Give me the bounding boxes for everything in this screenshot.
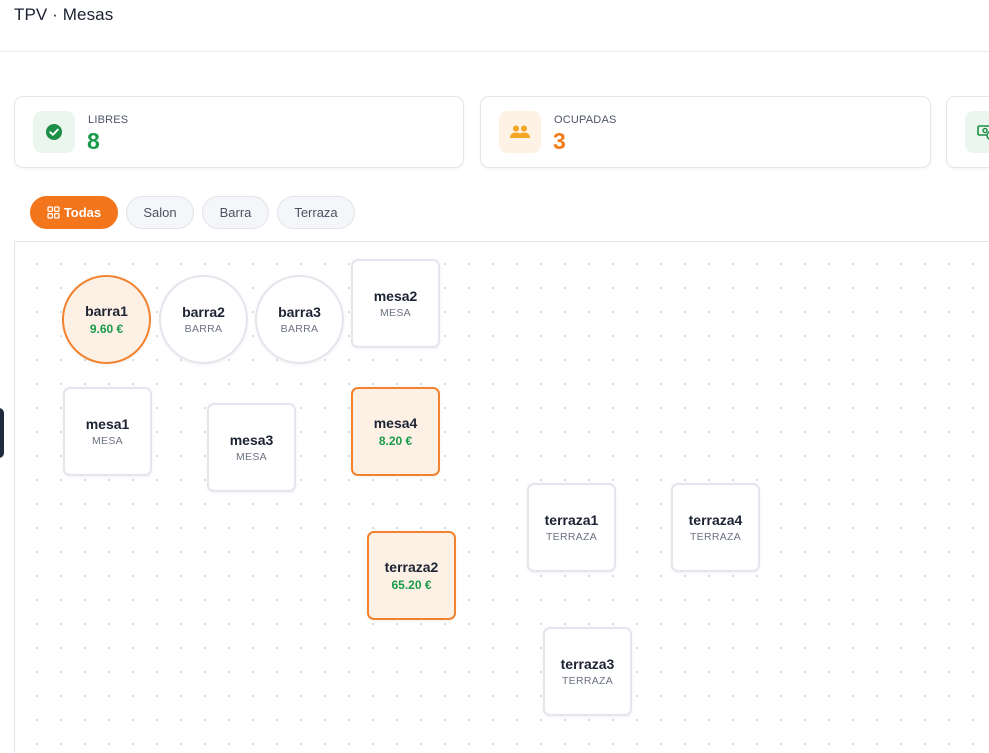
table-terraza1[interactable]: terraza1 TERRAZA [527,483,616,572]
check-circle-icon [33,111,75,153]
app-header: TPV · Mesas [0,0,989,52]
stat-occupied-label: OCUPADAS [554,114,617,126]
table-barra2[interactable]: barra2 BARRA [159,275,248,364]
table-name: terraza4 [688,512,743,528]
table-mesa3[interactable]: mesa3 MESA [207,403,296,492]
table-name: terraza3 [560,656,615,672]
filter-chip-barra[interactable]: Barra [202,196,269,229]
table-name: mesa4 [373,415,418,431]
table-mesa4[interactable]: mesa4 8.20 € [351,387,440,476]
table-zone: TERRAZA [561,675,614,687]
table-name: mesa2 [373,288,418,304]
filter-chip-terraza[interactable]: Terraza [277,196,355,229]
table-barra3[interactable]: barra3 BARRA [255,275,344,364]
filter-chip-label: Salon [143,205,177,220]
table-name: mesa1 [85,416,130,432]
filter-chip-todas[interactable]: Todas [30,196,118,229]
table-zone: TERRAZA [545,531,598,543]
filter-chip-label: Barra [219,205,252,220]
stat-free-label: LIBRES [88,114,129,126]
filter-chip-label: Todas [63,205,102,220]
table-zone: BARRA [280,323,319,335]
table-mesa1[interactable]: mesa1 MESA [63,387,152,476]
table-name: barra1 [85,303,128,319]
table-zone: TERRAZA [689,531,742,543]
filter-chip-label: Terraza [294,205,338,220]
table-name: terraza2 [384,559,439,575]
stat-card-cash [946,96,989,168]
stat-occupied-value: 3 [553,128,566,154]
table-zone: MESA [92,435,123,447]
table-zone: MESA [236,451,267,463]
table-terraza2[interactable]: terraza2 65.20 € [367,531,456,620]
table-name: terraza1 [544,512,599,528]
stat-free-value: 8 [87,128,100,154]
table-amount: 65.20 € [391,578,432,592]
side-panel-handle[interactable] [0,408,4,458]
page-title: TPV · Mesas [14,5,114,24]
table-name: mesa3 [229,432,274,448]
table-name: barra2 [182,304,225,320]
table-mesa2[interactable]: mesa2 MESA [351,259,440,348]
table-terraza3[interactable]: terraza3 TERRAZA [543,627,632,716]
stat-card-occupied: OCUPADAS 3 [480,96,931,168]
filter-chip-salon[interactable]: Salon [126,196,194,229]
table-zone: BARRA [184,323,223,335]
tpv-page: TPV · Mesas LIBRES 8 OCUPADAS 3 Todas Sa… [0,0,989,753]
table-name: barra3 [278,304,321,320]
table-zone: MESA [380,307,411,319]
table-terraza4[interactable]: terraza4 TERRAZA [671,483,760,572]
table-barra1[interactable]: barra1 9.60 € [62,275,151,364]
table-amount: 8.20 € [378,434,413,448]
table-amount: 9.60 € [89,322,124,336]
stat-card-free: LIBRES 8 [14,96,464,168]
grid-icon [47,206,60,219]
cash-icon [965,111,989,153]
users-icon [499,111,541,153]
